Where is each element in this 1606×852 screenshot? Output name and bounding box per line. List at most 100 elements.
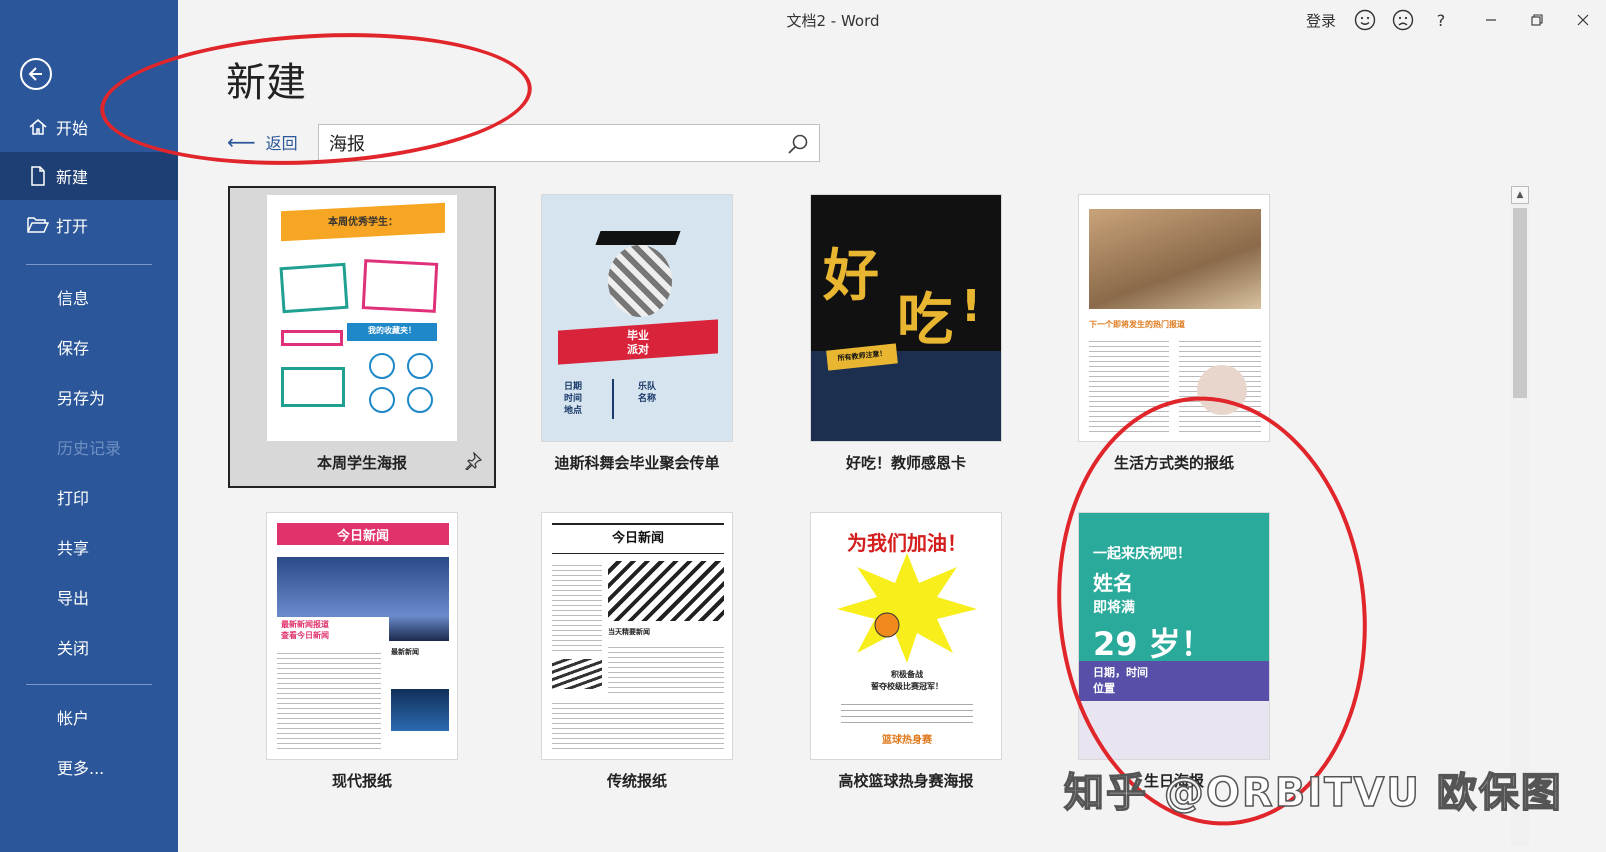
thumb-text: 最新新闻报道 查看今日新闻 — [281, 620, 329, 640]
template-label: 本周学生海报 — [316, 454, 407, 472]
sidebar-item-label: 导出 — [57, 589, 90, 608]
smile-feedback-icon[interactable] — [1354, 9, 1376, 31]
template-search-input[interactable] — [319, 125, 769, 161]
sidebar-item-label: 历史记录 — [57, 439, 122, 458]
sidebar-item-account[interactable]: 帐户 — [0, 693, 178, 741]
template-label: 现代报纸 — [331, 772, 392, 790]
scroll-up-arrow-icon[interactable]: ▲ — [1511, 186, 1529, 204]
sidebar-item-label: 更多... — [57, 759, 105, 778]
thumb-text: 日期，时间 位置 — [1093, 666, 1148, 695]
template-label: 迪斯科舞会毕业聚会传单 — [554, 454, 720, 472]
template-label: 生活方式类的报纸 — [1113, 454, 1234, 472]
thumb-text: 即将满 — [1093, 600, 1135, 616]
thumb-text: 下一个即将发生的热门报道 — [1089, 320, 1185, 329]
template-search-box — [318, 124, 820, 162]
thumb-text: 姓名 — [1093, 571, 1133, 595]
template-gallery-scrollbar[interactable]: ▲ — [1511, 186, 1529, 846]
sidebar-item-home[interactable]: 开始 — [0, 103, 178, 151]
sidebar-item-label: 开始 — [56, 119, 89, 138]
thumb-text: 当天精要新闻 — [608, 628, 650, 636]
thumb-text: 一起来庆祝吧！ — [1093, 546, 1191, 562]
sidebar-item-more[interactable]: 更多... — [0, 743, 178, 791]
template-yummy-teacher-card[interactable]: 好 吃 ! 所有教师注意！ 好吃！教师感恩卡 — [772, 186, 1040, 488]
sidebar-item-label: 新建 — [56, 168, 89, 187]
template-basketball-warmup-poster[interactable]: 为我们加油！ 积极备战 誓夺校级比赛冠军！ 篮球热身赛 高校篮球热身赛海报 — [772, 504, 1040, 806]
restore-icon — [1531, 14, 1543, 26]
page-title: 新建 — [226, 60, 306, 106]
template-thumbnail: 为我们加油！ 积极备战 誓夺校级比赛冠军！ 篮球热身赛 — [810, 512, 1002, 760]
sidebar-divider — [26, 684, 152, 685]
sidebar-item-new[interactable]: 新建 — [0, 152, 178, 200]
close-window-button[interactable] — [1560, 6, 1606, 34]
sidebar-item-label: 帐户 — [57, 709, 90, 728]
titlebar-controls: 登录 ? — [1306, 6, 1606, 34]
sidebar-item-export[interactable]: 导出 — [0, 573, 178, 621]
pin-icon[interactable] — [464, 452, 482, 470]
template-thumbnail: 今日新闻 当天精要新闻 — [541, 512, 733, 760]
sidebar-item-save-as[interactable]: 另存为 — [0, 373, 178, 421]
back-link-label: 返回 — [265, 134, 298, 153]
sidebar-divider — [26, 264, 152, 265]
sidebar-item-label: 另存为 — [57, 389, 106, 408]
watermark: 知乎 @ORBITVU 欧保图 — [1063, 769, 1563, 817]
arrow-left-icon — [28, 67, 42, 81]
template-thumbnail: 下一个即将发生的热门报道 — [1078, 194, 1270, 442]
login-link[interactable]: 登录 — [1306, 10, 1336, 31]
thumb-text: 今日新闻 — [336, 529, 389, 544]
thumb-text: 积极备战 誓夺校级比赛冠军！ — [871, 670, 943, 691]
template-thumbnail: 本周优秀学生： 我的收藏夹！ — [266, 194, 458, 442]
sidebar-item-label: 关闭 — [57, 639, 90, 658]
sidebar-item-info[interactable]: 信息 — [0, 273, 178, 321]
template-lifestyle-newspaper[interactable]: 下一个即将发生的热门报道 生活方式类的报纸 — [1040, 186, 1308, 488]
back-link[interactable]: ⟵ 返回 — [227, 130, 298, 154]
thumb-text: 最新新闻 — [391, 648, 419, 656]
thumb-text: 毕业 派对 — [627, 329, 649, 356]
thumb-text: 我的收藏夹！ — [368, 326, 416, 335]
minimize-button[interactable] — [1468, 6, 1514, 34]
home-icon — [26, 117, 50, 137]
template-traditional-newspaper[interactable]: 今日新闻 当天精要新闻 传统报纸 — [503, 504, 771, 806]
folder-open-icon — [26, 216, 50, 234]
search-icon[interactable] — [787, 133, 809, 155]
template-thumbnail: 一起来庆祝吧！ 姓名 即将满 29 岁！ 日期，时间 位置 — [1078, 512, 1270, 760]
thumb-text: 吃 — [897, 288, 953, 353]
thumb-text: 篮球热身赛 — [882, 735, 932, 746]
sidebar-item-label: 打开 — [56, 217, 89, 236]
arrow-left-icon: ⟵ — [227, 130, 256, 154]
sidebar-item-open[interactable]: 打开 — [0, 201, 178, 249]
sidebar-item-label: 共享 — [57, 539, 90, 558]
thumb-text: 乐队 名称 — [638, 382, 657, 404]
sidebar-item-share[interactable]: 共享 — [0, 523, 178, 571]
sidebar-item-label: 保存 — [57, 339, 90, 358]
minimize-icon — [1486, 19, 1496, 21]
thumb-text: 本周优秀学生： — [328, 217, 398, 228]
template-thumbnail: 好 吃 ! 所有教师注意！ — [810, 194, 1002, 442]
frown-feedback-icon[interactable] — [1392, 9, 1414, 31]
template-label: 好吃！教师感恩卡 — [845, 454, 966, 472]
template-student-poster[interactable]: 本周优秀学生： 我的收藏夹！ 本周学生海报 — [228, 186, 496, 488]
thumb-text: 今日新闻 — [611, 531, 664, 546]
sidebar-item-save[interactable]: 保存 — [0, 323, 178, 371]
close-icon — [1577, 14, 1589, 26]
word-app-window: 开始 新建 打开 信息 保存 另存为 历史记录 打印 共享 导出 关闭 帐户 更… — [0, 0, 1606, 852]
thumb-text: 好 — [823, 244, 879, 309]
template-thumbnail: 毕业 派对 日期 时间 地点 乐队 名称 — [541, 194, 733, 442]
help-icon[interactable]: ? — [1430, 9, 1452, 31]
restore-button[interactable] — [1514, 6, 1560, 34]
template-thumbnail: 今日新闻 最新新闻报道 查看今日新闻 最新新闻 — [266, 512, 458, 760]
thumb-text: ! — [961, 281, 982, 332]
sidebar-item-print[interactable]: 打印 — [0, 473, 178, 521]
new-document-icon — [26, 166, 50, 186]
back-arrow-button[interactable] — [20, 58, 52, 90]
sidebar-item-close[interactable]: 关闭 — [0, 623, 178, 671]
template-modern-newspaper[interactable]: 今日新闻 最新新闻报道 查看今日新闻 最新新闻 现代报纸 — [228, 504, 496, 806]
template-label: 传统报纸 — [606, 772, 667, 790]
template-disco-graduation-flyer[interactable]: 毕业 派对 日期 时间 地点 乐队 名称 迪斯科舞会毕业聚会传单 — [503, 186, 771, 488]
thumb-text: 29 岁！ — [1093, 625, 1213, 663]
template-label: 高校篮球热身赛海报 — [838, 772, 974, 790]
sidebar-item-history: 历史记录 — [0, 423, 178, 471]
scrollbar-thumb[interactable] — [1513, 208, 1527, 398]
backstage-sidebar: 开始 新建 打开 信息 保存 另存为 历史记录 打印 共享 导出 关闭 帐户 更… — [0, 0, 178, 852]
thumb-text: 日期 时间 地点 — [564, 382, 583, 416]
thumb-text: 为我们加油！ — [847, 531, 967, 555]
